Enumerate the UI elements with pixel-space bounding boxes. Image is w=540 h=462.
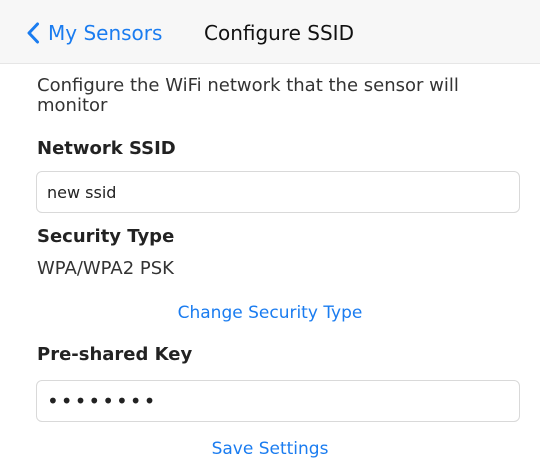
chevron-left-icon [27,22,39,44]
pre-shared-key-label: Pre-shared Key [37,344,193,365]
save-settings-link[interactable]: Save Settings [0,439,540,459]
network-ssid-label: Network SSID [37,138,176,159]
network-ssid-input[interactable] [36,171,520,213]
pre-shared-key-input[interactable]: •••••••• [36,380,520,422]
configure-ssid-form: Configure the WiFi network that the sens… [0,64,540,462]
form-description: Configure the WiFi network that the sens… [37,75,459,116]
navigation-bar: My Sensors Configure SSID [0,0,540,64]
page-title: Configure SSID [204,21,354,45]
security-type-label: Security Type [37,226,175,247]
security-type-value: WPA/WPA2 PSK [37,258,174,279]
change-security-type-link[interactable]: Change Security Type [0,303,540,323]
back-button-label: My Sensors [48,21,163,45]
back-button[interactable]: My Sensors [26,20,162,46]
